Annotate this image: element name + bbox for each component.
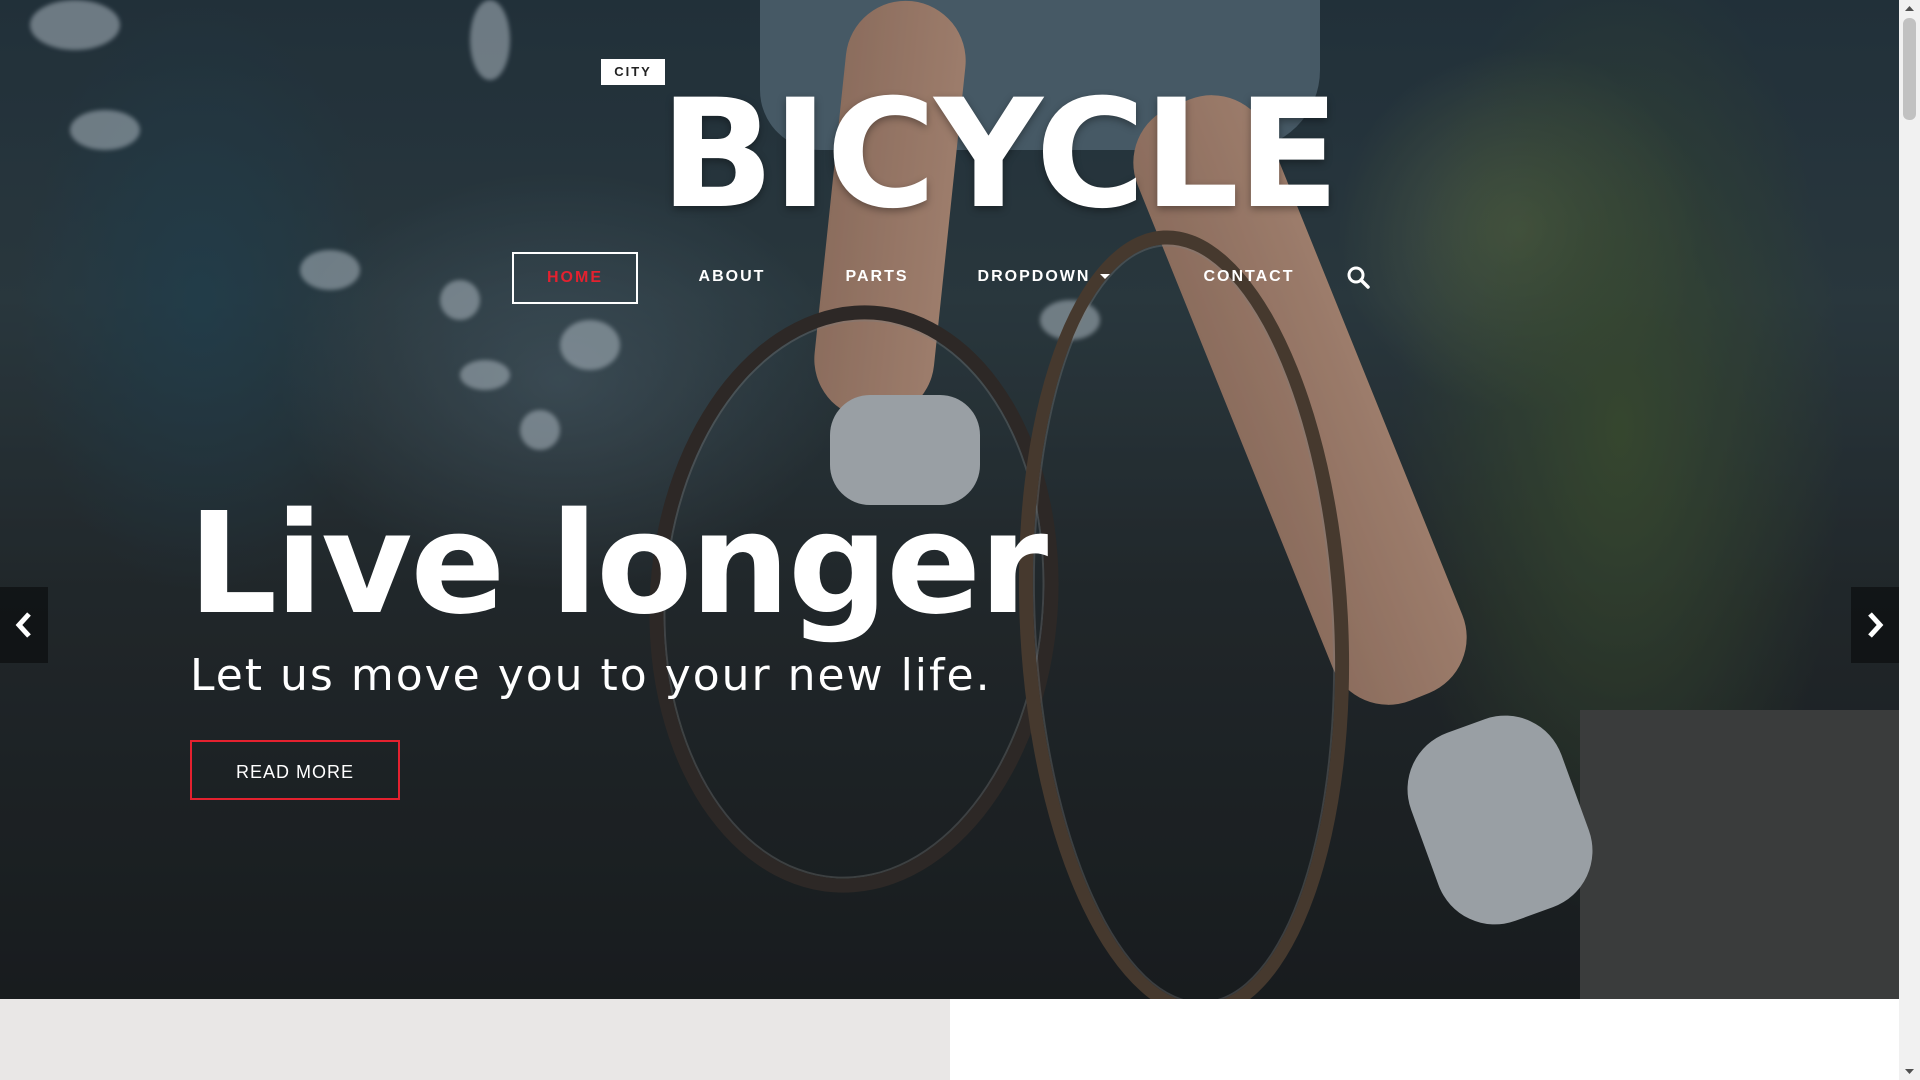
- vertical-scrollbar[interactable]: [1899, 0, 1920, 1080]
- section-content-right: [950, 999, 1899, 1080]
- chevron-right-icon: [1868, 612, 1884, 638]
- nav-parts[interactable]: PARTS: [827, 252, 927, 302]
- scroll-down-arrow-icon[interactable]: [1899, 1063, 1920, 1080]
- nav-dropdown-label: DROPDOWN: [977, 268, 1091, 285]
- nav-home[interactable]: HOME: [512, 252, 638, 304]
- brand-title[interactable]: BICYCLE: [660, 80, 1340, 230]
- read-more-button[interactable]: READ MORE: [190, 740, 400, 800]
- scrollbar-thumb[interactable]: [1903, 18, 1916, 120]
- caret-down-icon: [1100, 274, 1111, 280]
- nav-dropdown[interactable]: DROPDOWN: [969, 252, 1119, 302]
- brand-tag[interactable]: CITY: [601, 59, 665, 85]
- search-icon: [1347, 266, 1370, 289]
- hero-subtitle: Let us move you to your new life.: [190, 650, 992, 701]
- nav-about[interactable]: ABOUT: [677, 252, 787, 302]
- carousel-prev-button[interactable]: [0, 587, 48, 663]
- chevron-left-icon: [15, 612, 31, 638]
- hero-title: Live longer: [188, 483, 1048, 646]
- nav-contact[interactable]: CONTACT: [1184, 252, 1314, 302]
- scroll-up-arrow-icon[interactable]: [1899, 0, 1920, 17]
- section-image-left: [0, 999, 950, 1080]
- carousel-next-button[interactable]: [1851, 587, 1899, 663]
- search-button[interactable]: [1346, 265, 1370, 289]
